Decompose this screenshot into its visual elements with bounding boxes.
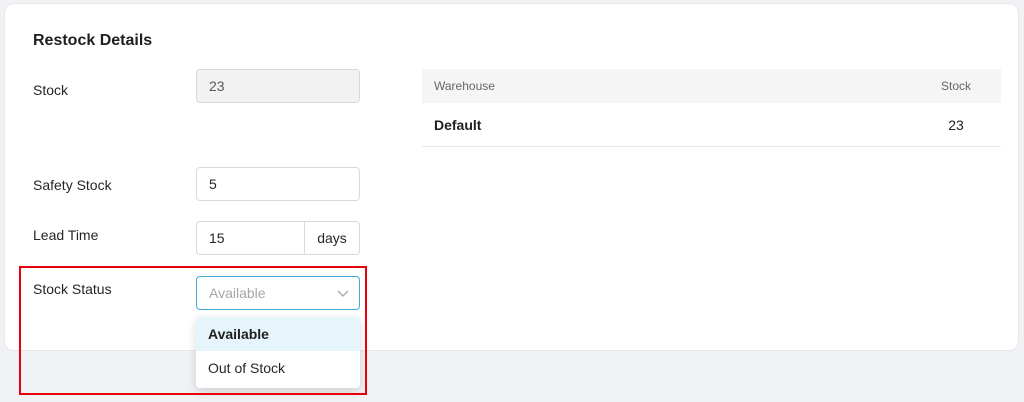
lead-time-unit: days bbox=[304, 222, 359, 254]
restock-details-card: Restock Details Stock 23 Safety Stock 5 … bbox=[4, 3, 1019, 388]
lead-time-input-group: 15 days bbox=[196, 221, 360, 255]
header-warehouse: Warehouse bbox=[434, 79, 495, 93]
table-header: Warehouse Stock bbox=[422, 69, 1001, 103]
table-row: Default 23 bbox=[422, 103, 1001, 147]
warehouse-name: Default bbox=[434, 116, 482, 133]
option-available[interactable]: Available bbox=[196, 317, 360, 351]
stock-status-label: Stock Status bbox=[33, 281, 112, 297]
stock-input: 23 bbox=[196, 69, 360, 103]
safety-stock-input[interactable]: 5 bbox=[196, 167, 360, 201]
stock-label: Stock bbox=[33, 82, 69, 98]
lead-time-input[interactable]: 15 bbox=[197, 222, 304, 254]
lead-time-label: Lead Time bbox=[33, 227, 99, 243]
stock-status-dropdown: Available Out of Stock bbox=[196, 317, 360, 388]
warehouse-stock: 23 bbox=[948, 116, 964, 133]
option-out-of-stock[interactable]: Out of Stock bbox=[196, 351, 360, 385]
section-title: Restock Details bbox=[33, 32, 153, 49]
chevron-down-icon bbox=[337, 290, 349, 297]
safety-stock-label: Safety Stock bbox=[33, 177, 112, 193]
warehouse-stock-table: Warehouse Stock Default 23 bbox=[422, 69, 1001, 147]
header-stock: Stock bbox=[940, 79, 971, 93]
stock-status-placeholder: Available bbox=[209, 285, 266, 301]
stock-status-select[interactable]: Available bbox=[196, 276, 360, 310]
